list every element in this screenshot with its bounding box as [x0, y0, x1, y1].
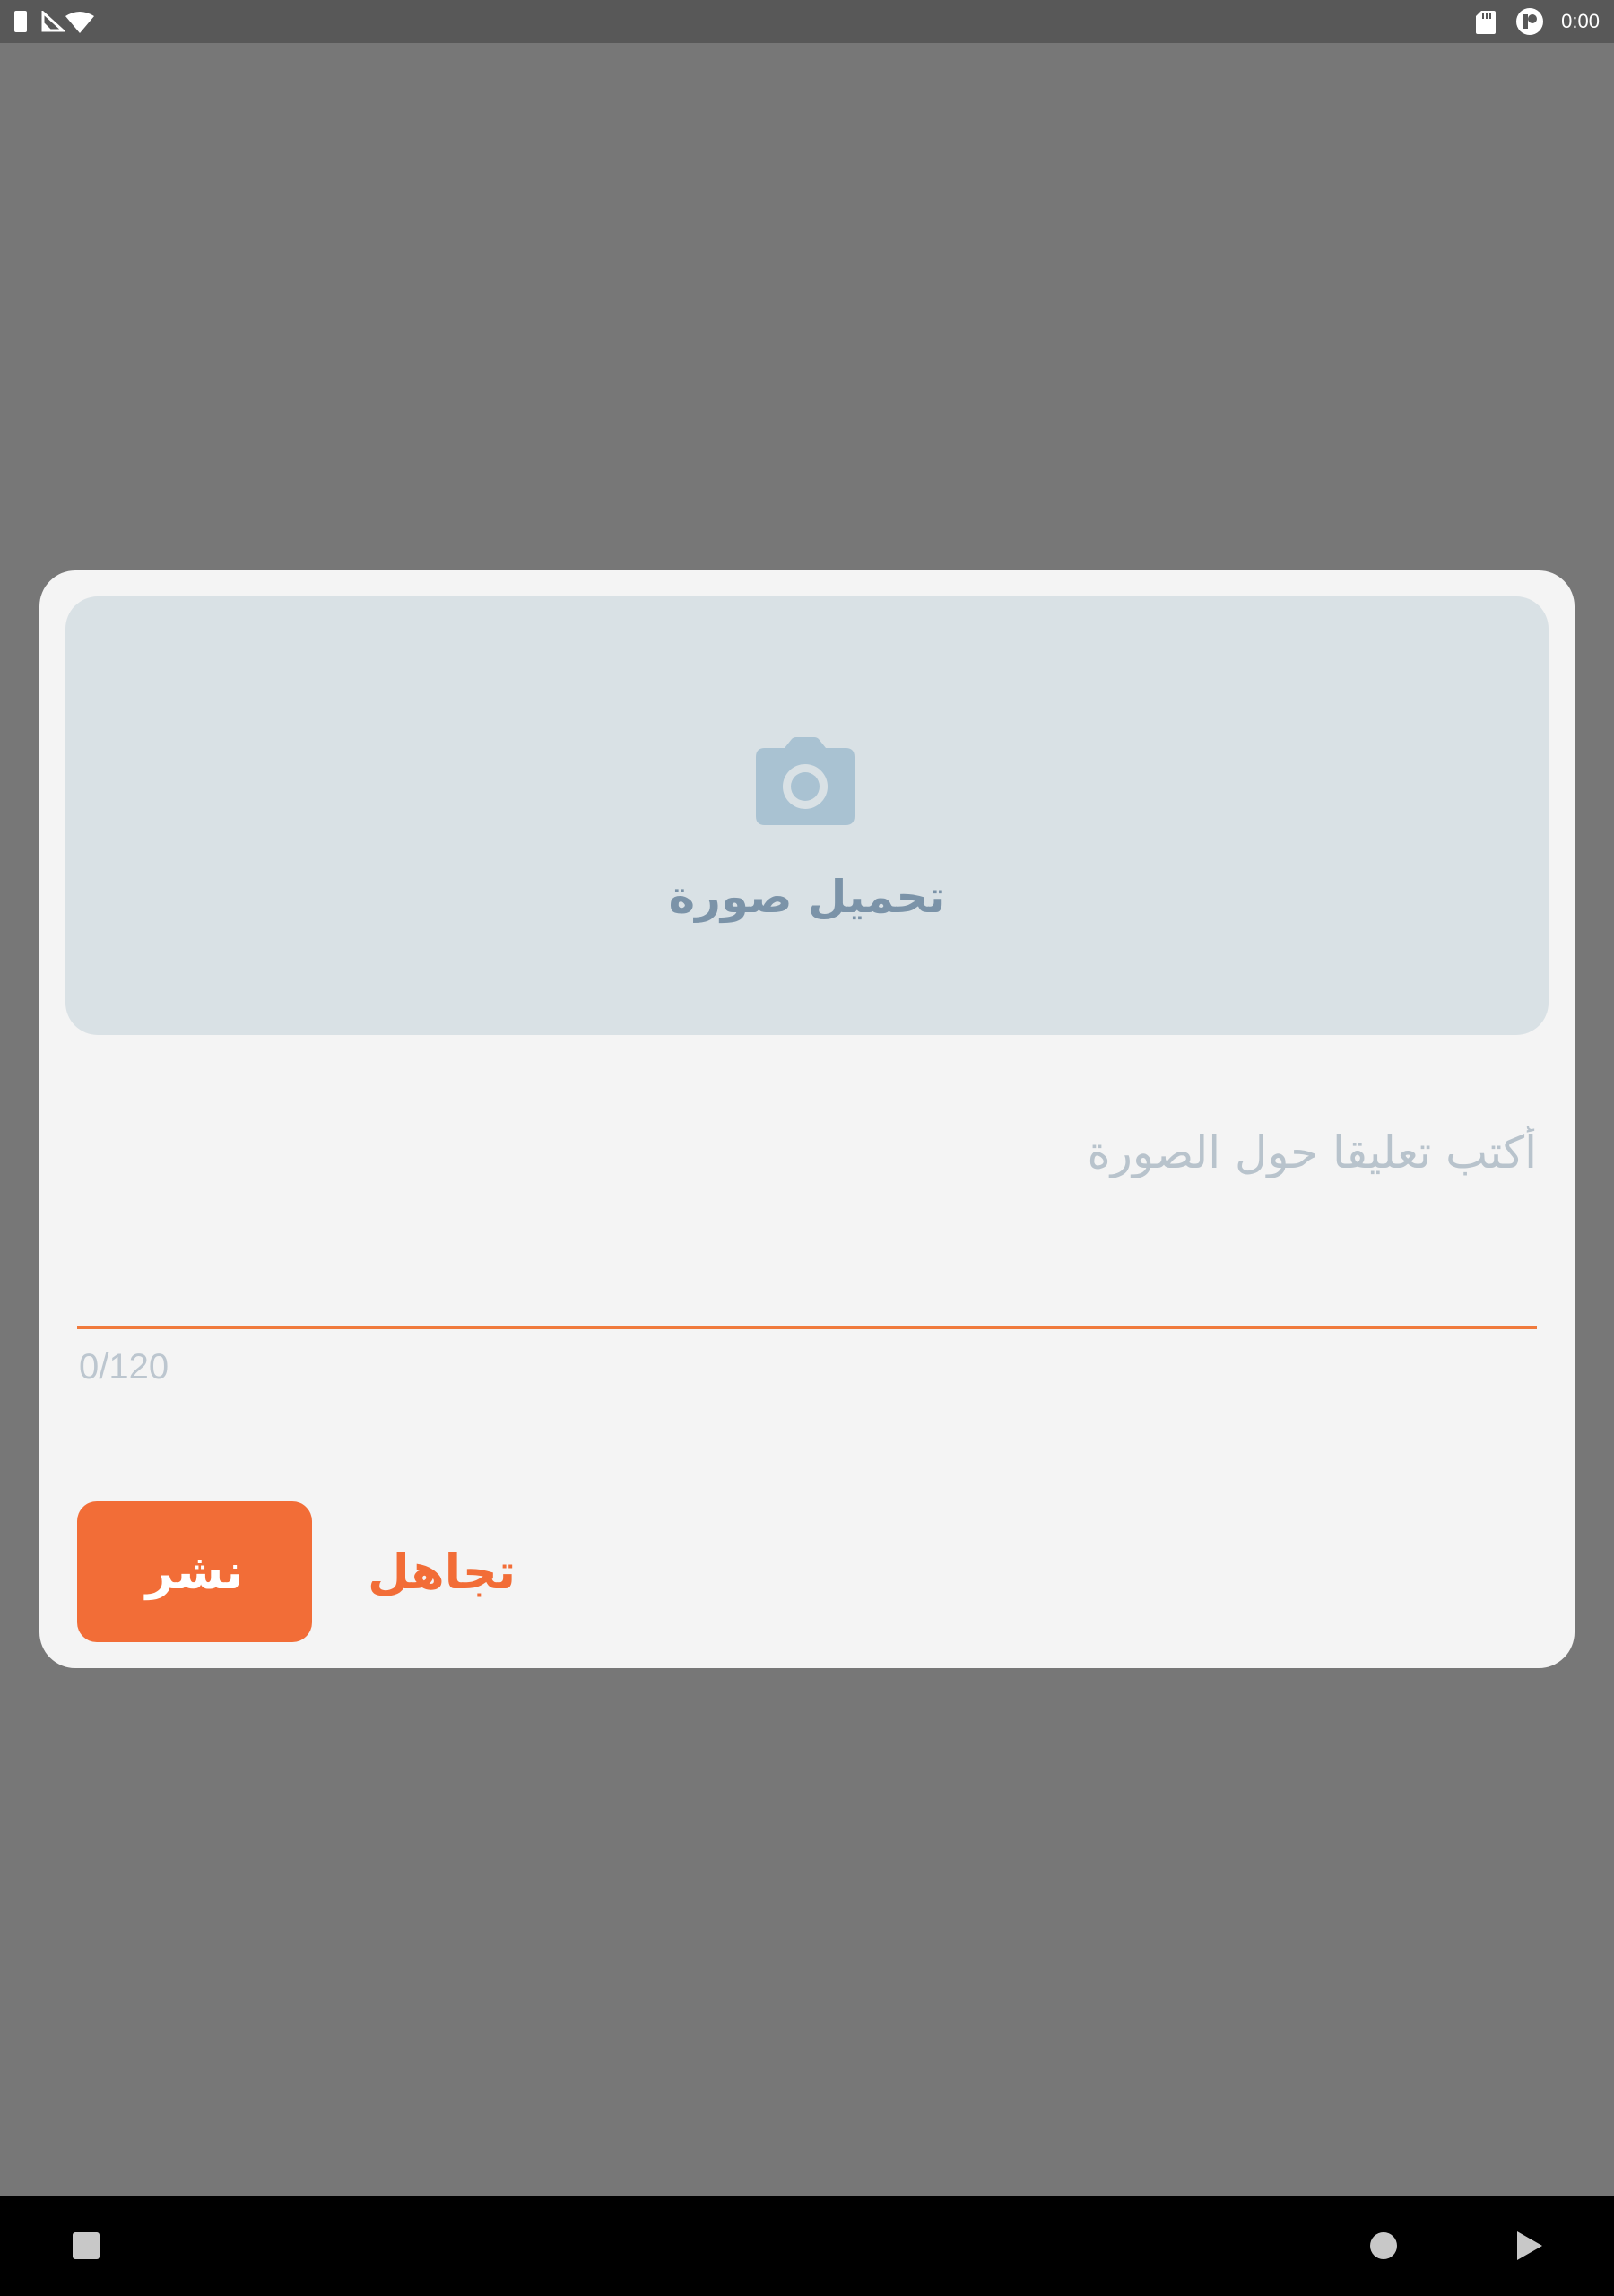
navigation-bar	[0, 2196, 1614, 2296]
signal-icon	[41, 11, 65, 32]
upload-photo-label: تحميل صورة	[668, 871, 946, 923]
battery-icon	[14, 11, 27, 32]
ignore-button[interactable]: تجاهل	[353, 1501, 530, 1642]
recents-icon[interactable]	[73, 2232, 100, 2259]
wifi-icon	[65, 12, 94, 33]
sdcard-icon	[1476, 11, 1496, 34]
upload-photo-area[interactable]: تحميل صورة	[65, 596, 1549, 1035]
camera-icon	[756, 737, 855, 825]
status-bar: 0:00	[0, 0, 1614, 43]
post-photo-dialog: تحميل صورة 0/120 نشر تجاهل	[39, 570, 1575, 1668]
home-icon[interactable]	[1370, 2232, 1397, 2259]
caption-underline	[77, 1326, 1537, 1329]
caption-input[interactable]	[77, 1100, 1537, 1205]
character-counter: 0/120	[79, 1347, 169, 1387]
publish-button[interactable]: نشر	[77, 1501, 312, 1642]
back-icon[interactable]	[1515, 2230, 1544, 2262]
clock: 0:00	[1561, 10, 1600, 32]
sync-icon	[1516, 8, 1543, 35]
